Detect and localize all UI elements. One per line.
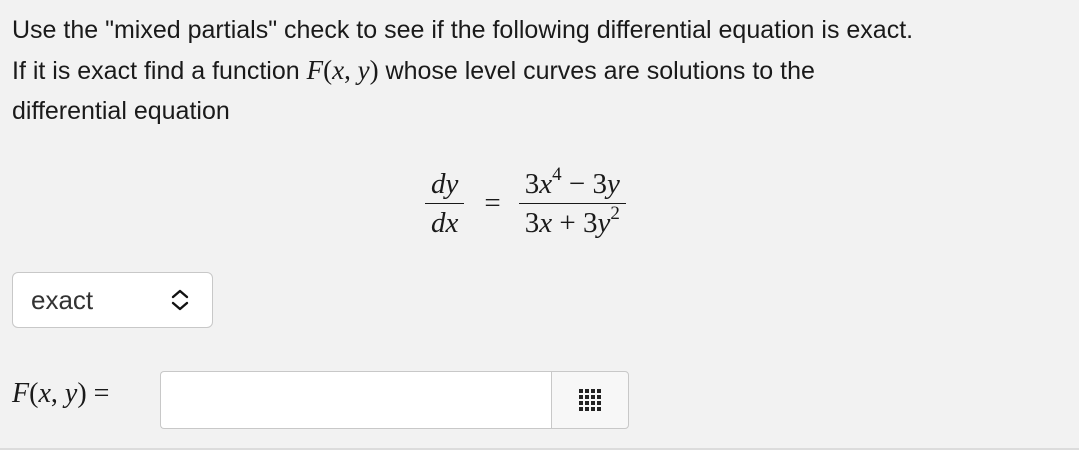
exactness-select-value: exact xyxy=(31,284,94,315)
lhs-denominator: dx xyxy=(431,206,459,239)
equals-sign: = xyxy=(484,186,501,219)
rhs-numerator: 3x4 − 3y xyxy=(524,163,620,200)
answer-input[interactable] xyxy=(160,371,552,429)
math-palette-button[interactable] xyxy=(551,371,629,429)
lhs-numerator: dy xyxy=(431,167,459,200)
rhs-fraction: 3x4 − 3y 3x + 3y2 xyxy=(518,163,626,242)
problem-line-2: If it is exact find a function F(x, y) w… xyxy=(12,50,1062,91)
rhs-denominator: 3x + 3y2 xyxy=(524,202,620,239)
problem-line-1: Use the "mixed partials" check to see if… xyxy=(12,16,914,44)
exactness-select[interactable]: exact xyxy=(12,272,213,328)
problem-statement: Use the "mixed partials" check to see if… xyxy=(12,10,1062,131)
problem-line-2-end: whose level curves are solutions to the xyxy=(378,57,815,85)
differential-equation: dy dx = 3x4 − 3y 3x + 3y2 xyxy=(425,158,626,248)
function-notation: F(x, y) xyxy=(306,55,379,85)
problem-line-3: differential equation xyxy=(12,97,230,125)
lhs-fraction: dy dx xyxy=(425,165,465,242)
up-down-chevron-icon xyxy=(170,288,190,312)
problem-line-2-start: If it is exact find a function xyxy=(12,57,307,85)
answer-label: F(x, y) = xyxy=(12,378,110,409)
grid-icon xyxy=(579,389,601,411)
